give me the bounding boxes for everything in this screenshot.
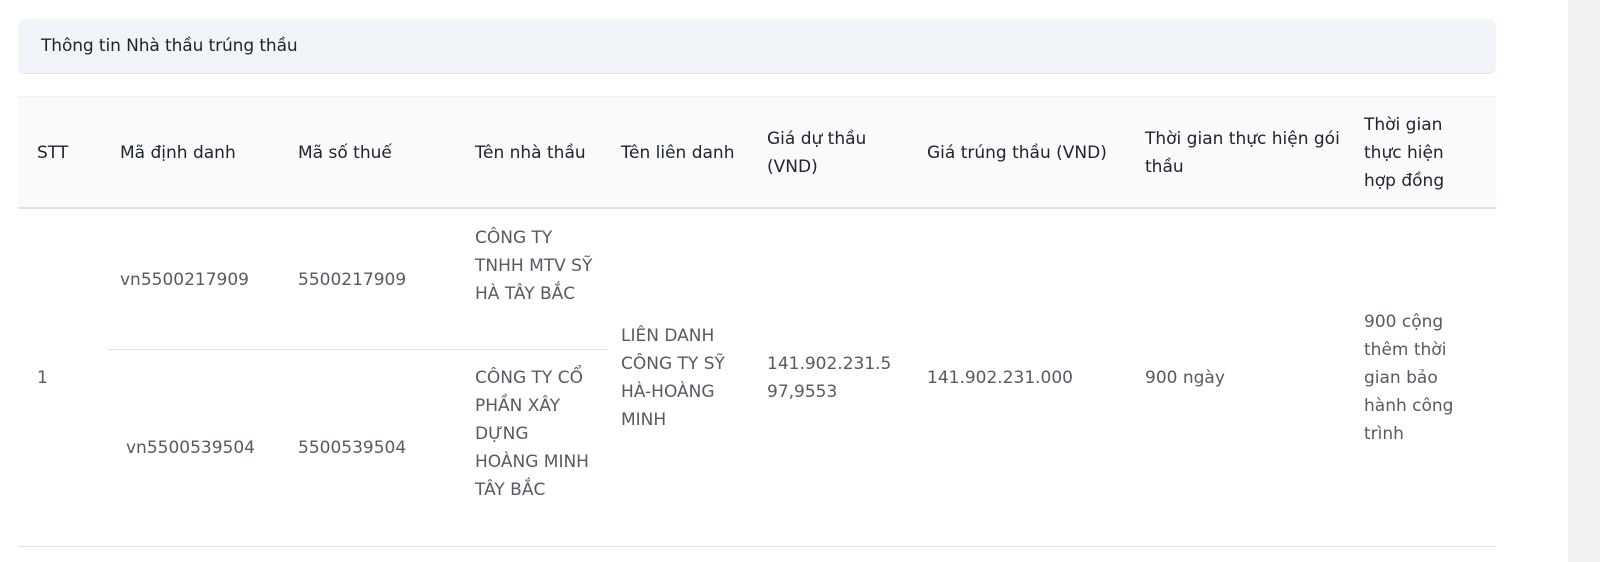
cell-identifier: vn5500217909 [120,270,249,290]
section-title: Thông tin Nhà thầu trúng thầu [41,36,298,56]
column-header-identifier: Mã định danh [120,143,236,163]
cell-contractor-name: CÔNG TY CỔ PHẦN XÂY DỰNG HOÀNG MINH TÂY … [475,368,589,500]
cell-package-duration: 900 ngày [1145,368,1225,388]
winning-contractor-table: STT Mã định danh Mã số thuế Tên nhà thầu… [18,96,1496,548]
column-header-winning-price: Giá trúng thầu (VND) [927,143,1107,163]
cell-identifier: vn5500539504 [126,438,255,458]
column-header-stt: STT [37,143,69,163]
column-header-joint-venture-name: Tên liên danh [621,143,735,163]
page-scrollbar-track[interactable] [1568,0,1600,562]
cell-tax-code: 5500217909 [298,270,407,290]
cell-winning-price: 141.902.231.000 [927,368,1074,388]
table-bottom-border [18,546,1496,547]
column-header-tax-code: Mã số thuế [298,143,392,163]
column-header-contract-duration: Thời gian thực hiện hợp đồng [1364,115,1445,191]
cell-stt: 1 [37,368,48,388]
column-header-bid-price: Giá dự thầu (VND) [767,129,867,177]
cell-contractor-name: CÔNG TY TNHH MTV SỸ HÀ TÂY BẮC [475,228,593,304]
contractor-divider [108,349,608,350]
cell-bid-price: 141.902.231.597,9553 [767,354,892,402]
column-header-package-duration: Thời gian thực hiện gói thầu [1145,129,1340,177]
cell-contract-duration: 900 cộng thêm thời gian bảo hành công tr… [1364,312,1454,444]
column-header-contractor-name: Tên nhà thầu [475,143,586,163]
cell-joint-venture-name: LIÊN DANH CÔNG TY SỸ HÀ-HOÀNG MINH [621,326,725,430]
table-header-row: STT Mã định danh Mã số thuế Tên nhà thầu… [18,96,1496,209]
winning-contractor-section-header: Thông tin Nhà thầu trúng thầu [18,19,1496,74]
cell-tax-code: 5500539504 [298,438,407,458]
